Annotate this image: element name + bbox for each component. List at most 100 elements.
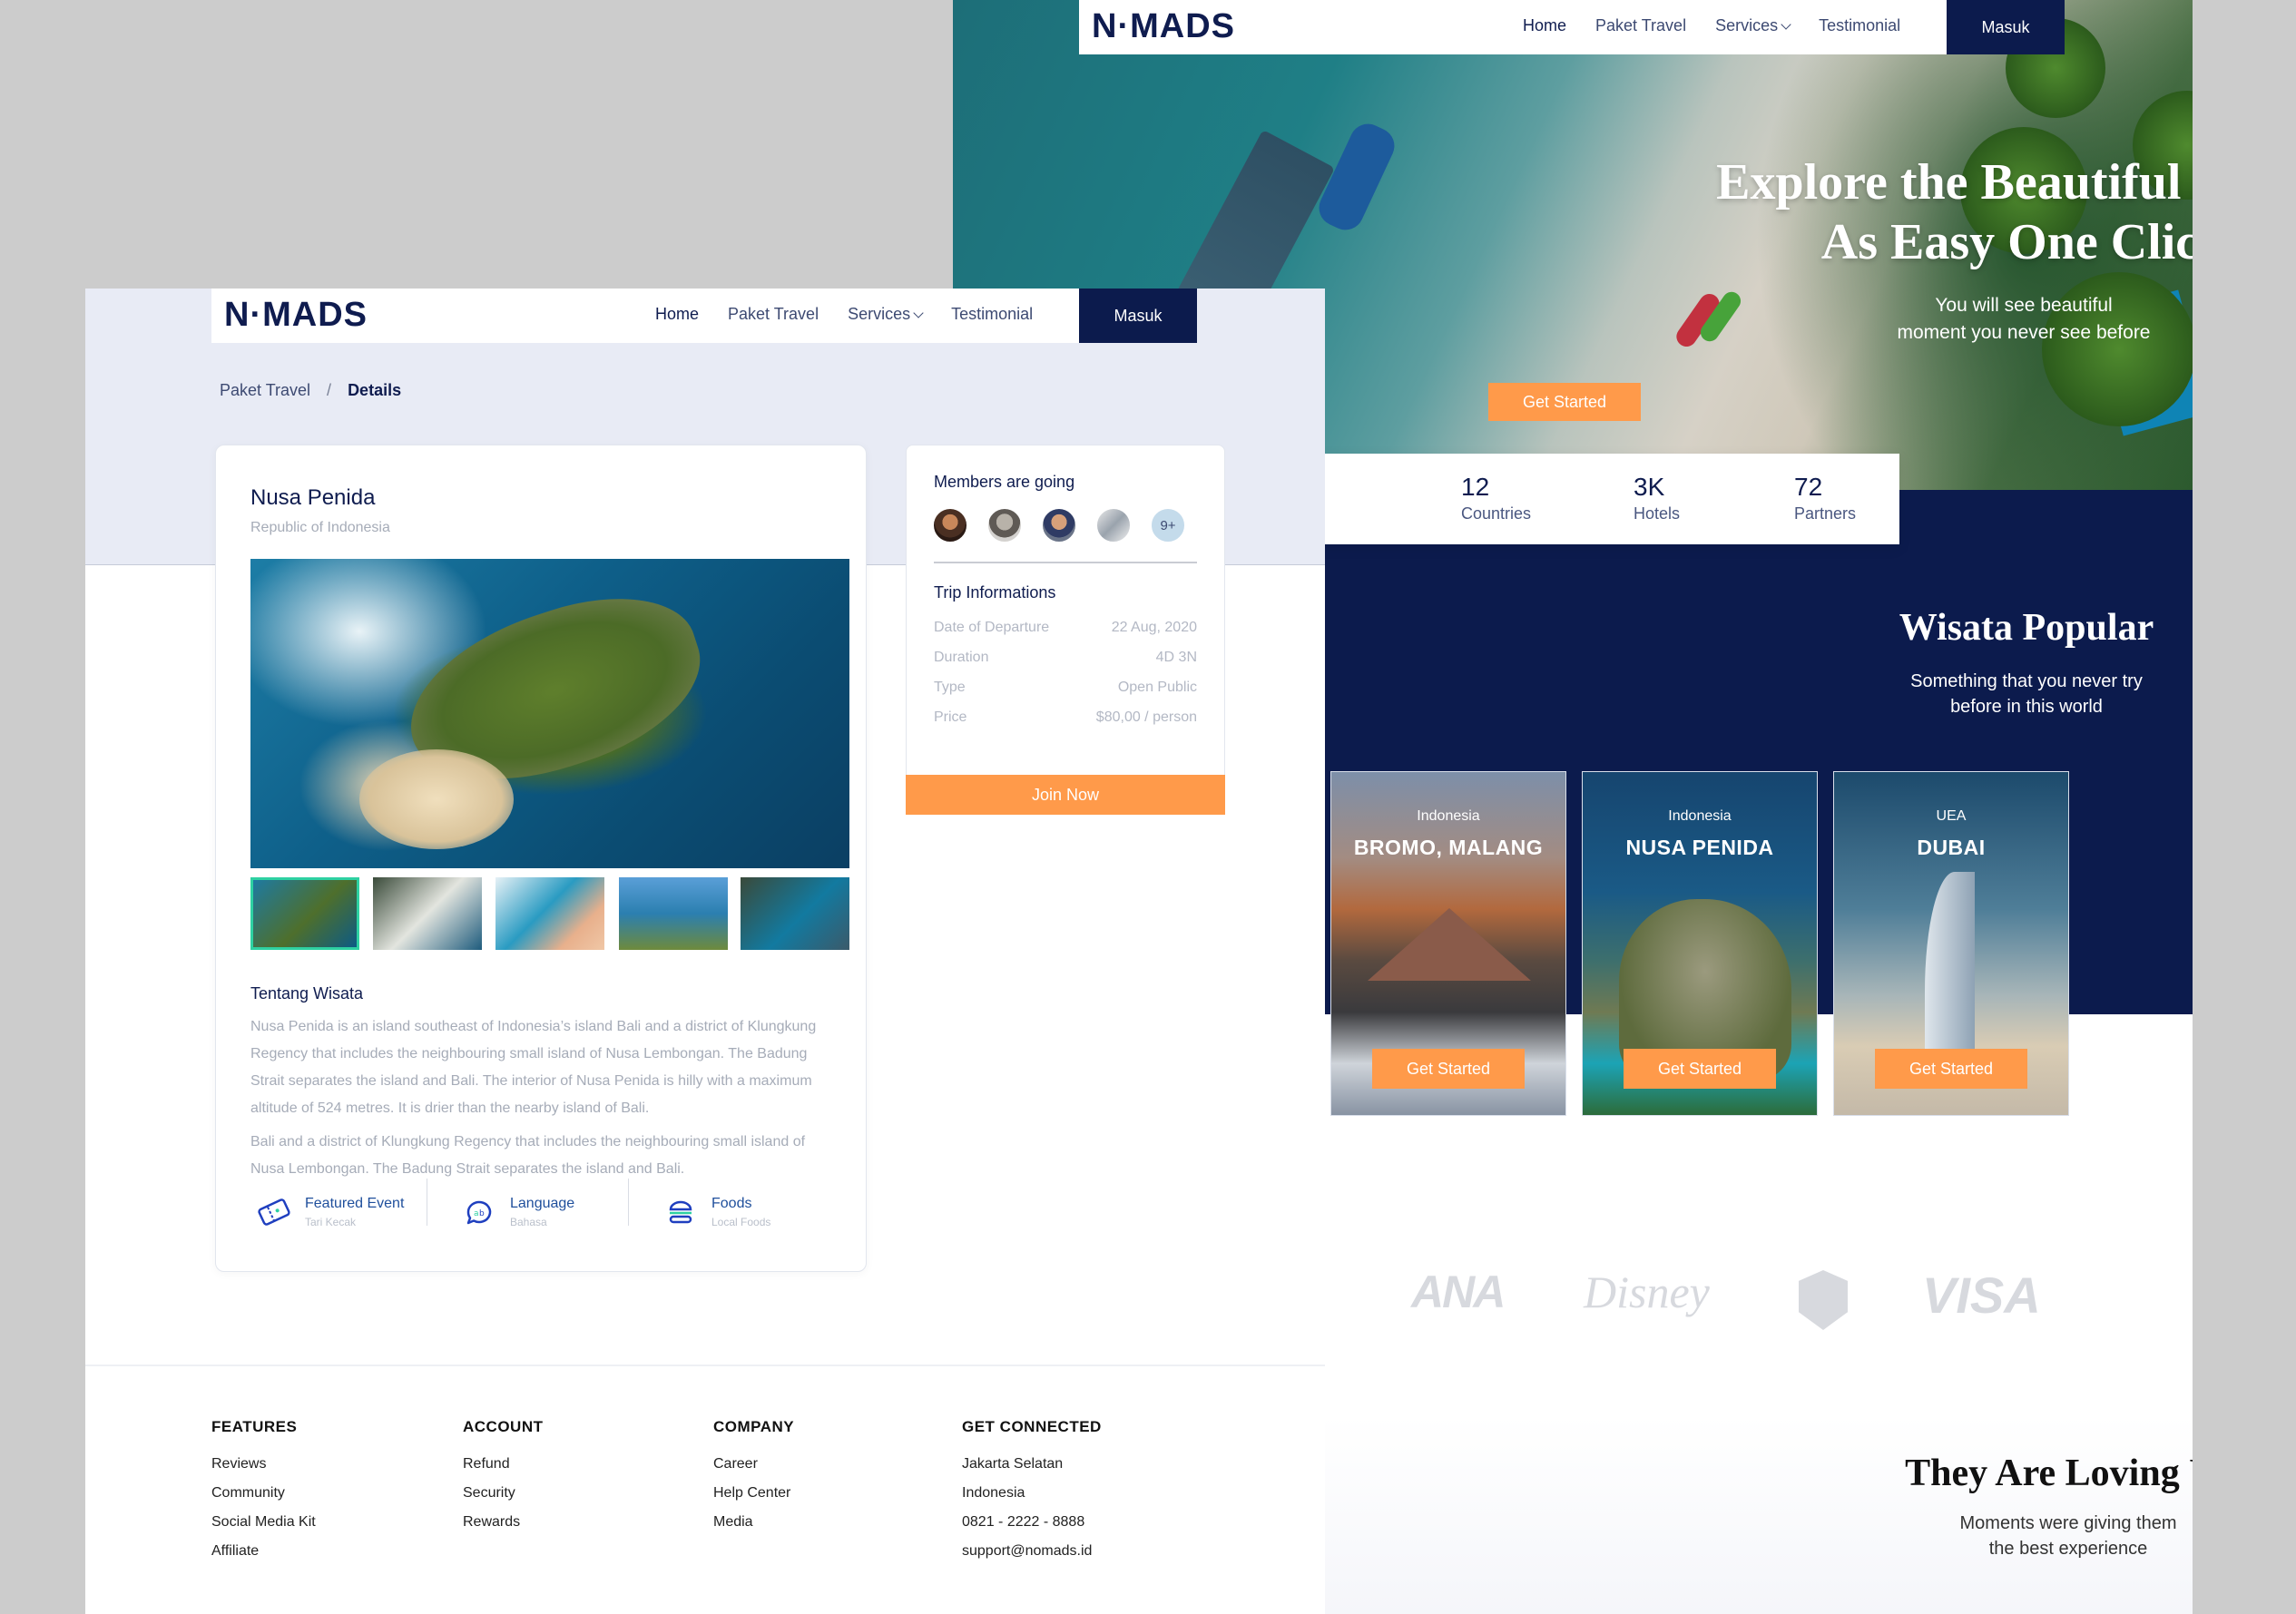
footer-col-features: FEATURES Reviews Community Social Media … <box>211 1418 316 1560</box>
ticket-icon <box>258 1198 290 1226</box>
gallery-thumbnail[interactable] <box>741 877 849 950</box>
trip-row-departure: Date of Departure 22 Aug, 2020 <box>934 620 1197 635</box>
feature-foods: Foods Local Foods <box>662 1194 770 1230</box>
footer-link[interactable]: Social Media Kit <box>211 1514 316 1531</box>
about-heading: Tentang Wisata <box>250 984 364 1003</box>
stat-partners: 72 Partners <box>1794 473 1857 523</box>
destination-title: Nusa Penida <box>250 485 376 510</box>
logo[interactable]: N·MADS <box>224 296 368 335</box>
trip-row-type: Type Open Public <box>934 680 1197 695</box>
breadcrumb-separator: / <box>327 381 332 399</box>
footer-link[interactable]: Community <box>211 1485 316 1502</box>
partner-logo-visa: VISA <box>1922 1267 2041 1324</box>
gallery-thumbnail-selected[interactable] <box>250 877 359 950</box>
footer-link[interactable]: Refund <box>463 1456 544 1472</box>
gallery-thumbnail[interactable] <box>619 877 728 950</box>
footer-link[interactable]: Help Center <box>713 1485 794 1502</box>
details-page-preview: N·MADS Home Paket Travel Services Testim… <box>85 289 1325 1614</box>
feature-subtitle: Bahasa <box>510 1216 547 1228</box>
footer-heading: FEATURES <box>211 1418 298 1435</box>
stat-countries: 12 Countries <box>1461 473 1532 523</box>
gallery-thumbnail[interactable] <box>496 877 604 950</box>
breadcrumb-parent-link[interactable]: Paket Travel <box>220 381 310 399</box>
card-country: UEA <box>1936 808 1967 824</box>
destination-card[interactable]: Indonesia BROMO, MALANG Get Started <box>1330 771 1566 1116</box>
nav-services-link[interactable]: Services <box>848 305 924 324</box>
footer-link[interactable]: Reviews <box>211 1456 316 1472</box>
footer-phone[interactable]: 0821 - 2222 - 8888 <box>962 1514 1102 1531</box>
card-get-started-button[interactable]: Get Started <box>1875 1049 2027 1089</box>
footer-link[interactable]: Affiliate <box>211 1543 316 1560</box>
join-now-button[interactable]: Join Now <box>906 775 1225 815</box>
member-avatar[interactable] <box>986 507 1023 543</box>
footer-col-get-connected: GET CONNECTED Jakarta Selatan Indonesia … <box>962 1418 1102 1560</box>
about-paragraph-2: Bali and a district of Klungkung Regency… <box>250 1134 806 1177</box>
details-nav-links: Home Paket Travel Services Testimonial <box>655 305 1033 324</box>
feature-title: Foods <box>711 1196 752 1211</box>
card-country: Indonesia <box>1417 808 1480 824</box>
more-members-badge[interactable]: 9+ <box>1150 507 1186 543</box>
footer-heading: GET CONNECTED <box>962 1418 1102 1435</box>
footer-contact: Indonesia <box>962 1485 1025 1501</box>
hero-title: Explore the Beautiful World As Easy One … <box>1716 154 2193 270</box>
tower-shape <box>1925 872 1975 1071</box>
shield-icon <box>1799 1270 1848 1330</box>
member-avatar[interactable] <box>1041 507 1077 543</box>
nav-services-label: Services <box>1715 16 1779 34</box>
footer-link[interactable]: Career <box>713 1456 794 1472</box>
partner-logo-disney: Disney <box>1584 1267 1710 1317</box>
mountain-shape <box>1368 908 1531 981</box>
beach-shape <box>359 749 514 849</box>
trip-row-price: Price $80,00 / person <box>934 709 1197 725</box>
nav-home-link[interactable]: Home <box>1523 16 1566 35</box>
trip-row-duration: Duration 4D 3N <box>934 650 1197 665</box>
destination-card[interactable]: Indonesia NUSA PENIDA Get Started <box>1582 771 1818 1116</box>
masuk-button[interactable]: Masuk <box>1947 0 2065 54</box>
member-avatar[interactable] <box>1095 507 1132 543</box>
gallery-thumbnail[interactable] <box>373 877 482 950</box>
card-get-started-button[interactable]: Get Started <box>1372 1049 1525 1089</box>
card-city: NUSA PENIDA <box>1625 836 1774 859</box>
nav-testimonial-link[interactable]: Testimonial <box>951 305 1033 324</box>
card-city: DUBAI <box>1917 836 1986 859</box>
footer-email[interactable]: support@nomads.id <box>962 1543 1102 1560</box>
feature-language: ab Language Bahasa <box>461 1194 574 1230</box>
feature-subtitle: Tari Kecak <box>305 1216 357 1228</box>
card-get-started-button[interactable]: Get Started <box>1624 1049 1776 1089</box>
svg-text:b: b <box>479 1209 485 1218</box>
feature-divider <box>628 1179 629 1226</box>
chat-translate-icon: ab <box>466 1200 492 1225</box>
feature-title: Language <box>510 1196 575 1211</box>
destination-card[interactable]: UEA DUBAI Get Started <box>1833 771 2069 1116</box>
details-navbar: N·MADS Home Paket Travel Services Testim… <box>211 289 1197 343</box>
nav-paket-travel-link[interactable]: Paket Travel <box>728 305 819 324</box>
home-navbar: N·MADS Home Paket Travel Services Testim… <box>1079 0 2065 54</box>
footer-heading: COMPANY <box>713 1418 795 1435</box>
svg-text:a: a <box>474 1209 479 1218</box>
card-city: BROMO, MALANG <box>1353 836 1544 859</box>
hero-get-started-button[interactable]: Get Started <box>1488 383 1641 421</box>
footer-link[interactable]: Security <box>463 1485 544 1502</box>
footer-link[interactable]: Media <box>713 1514 794 1531</box>
chevron-down-icon <box>1781 19 1791 30</box>
nav-testimonial-link[interactable]: Testimonial <box>1819 16 1900 35</box>
logo[interactable]: N·MADS <box>1092 7 1235 46</box>
footer-link[interactable]: Rewards <box>463 1514 544 1531</box>
stat-hotels: 3K Hotels <box>1634 473 1681 523</box>
trip-info-heading: Trip Informations <box>934 583 1056 602</box>
feature-subtitle: Local Foods <box>711 1216 771 1228</box>
about-paragraph-1: Nusa Penida is an island southeast of In… <box>250 1019 817 1116</box>
member-avatar[interactable] <box>932 507 968 543</box>
members-heading: Members are going <box>934 473 1075 491</box>
nav-home-link[interactable]: Home <box>655 305 699 324</box>
footer-heading: ACCOUNT <box>463 1418 544 1435</box>
destination-details-card: Nusa Penida Republic of Indonesia Tentan… <box>215 445 867 1272</box>
nav-services-link[interactable]: Services <box>1715 16 1791 35</box>
divider <box>934 562 1197 563</box>
breadcrumb-current: Details <box>348 381 402 399</box>
destination-subtitle: Republic of Indonesia <box>250 520 390 535</box>
masuk-button[interactable]: Masuk <box>1079 289 1197 343</box>
nav-paket-travel-link[interactable]: Paket Travel <box>1595 16 1686 35</box>
feature-event: Featured Event Tari Kecak <box>256 1194 404 1230</box>
home-nav-links: Home Paket Travel Services Testimonial <box>1523 16 1900 35</box>
